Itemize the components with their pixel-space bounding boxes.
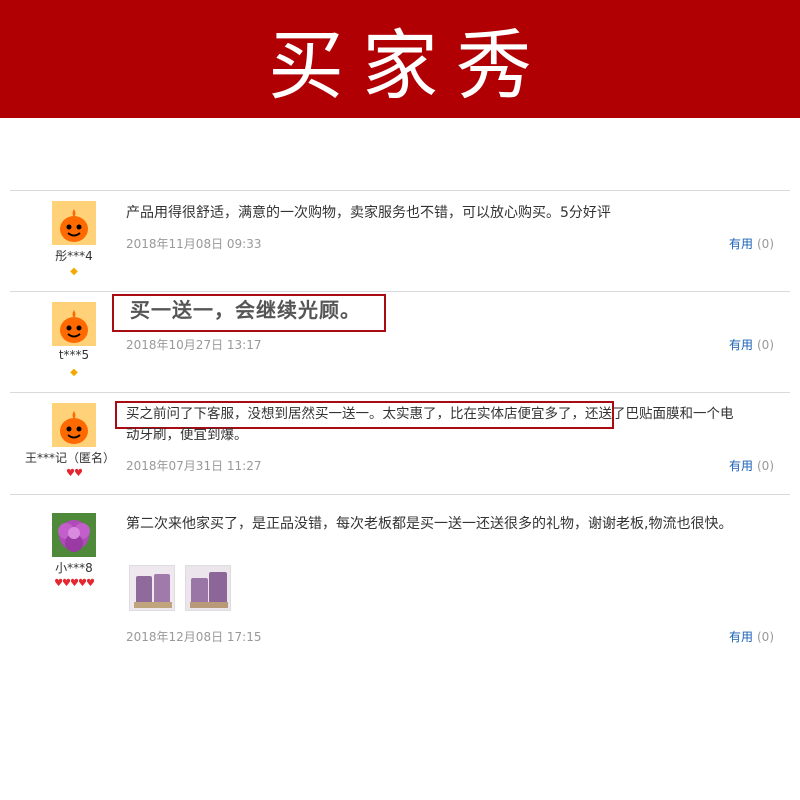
yellow-diamond-icon: ◆ <box>70 367 78 378</box>
buyer-level: ◆ <box>14 367 134 379</box>
red-heart-icon: ♥♥ <box>66 468 83 479</box>
divider <box>10 494 790 495</box>
buyer-level: ♥♥♥♥♥ <box>14 578 134 590</box>
username: 王***记（匿名） <box>24 451 115 465</box>
username: 彤***4 <box>55 249 93 263</box>
useful-vote[interactable]: 有用 (0) <box>729 628 774 645</box>
useful-count: (0) <box>757 630 774 644</box>
avatar[interactable] <box>52 513 96 557</box>
red-heart-icon: ♥♥♥♥♥ <box>54 578 95 589</box>
review-text: 第二次来他家买了，是正品没错，每次老板都是买一送一还送很多的礼物，谢谢老板,物流… <box>126 516 733 532</box>
useful-vote[interactable]: 有用 (0) <box>729 336 774 353</box>
orange-mascot-icon <box>52 201 96 245</box>
useful-vote[interactable]: 有用 (0) <box>729 457 774 474</box>
review-date: 2018年11月08日 09:33 <box>126 237 262 251</box>
avatar[interactable] <box>52 403 96 447</box>
useful-button[interactable]: 有用 <box>729 630 753 644</box>
header-banner: 买家秀 <box>0 0 800 118</box>
review-photo-thumbnail[interactable] <box>185 565 231 611</box>
useful-vote[interactable]: 有用 (0) <box>729 235 774 252</box>
useful-button[interactable]: 有用 <box>729 338 753 352</box>
divider <box>10 190 790 191</box>
divider <box>10 392 790 393</box>
review-text: 产品用得很舒适，满意的一次购物，卖家服务也不错，可以放心购买。5分好评 <box>126 205 611 221</box>
useful-count: (0) <box>757 338 774 352</box>
review-date: 2018年07月31日 11:27 <box>126 459 262 473</box>
useful-button[interactable]: 有用 <box>729 459 753 473</box>
orange-mascot-icon <box>52 302 96 346</box>
useful-count: (0) <box>757 459 774 473</box>
useful-button[interactable]: 有用 <box>729 237 753 251</box>
review-date: 2018年12月08日 17:15 <box>126 630 262 644</box>
review-text: 买一送一，会继续光顾。 <box>130 298 361 322</box>
review-text-line2: 动牙刷，便宜到爆。 <box>126 427 248 443</box>
product-photo <box>130 566 174 610</box>
product-photo <box>186 566 230 610</box>
divider <box>10 291 790 292</box>
username: t***5 <box>58 348 90 362</box>
purple-flower-avatar <box>52 513 96 557</box>
review-date: 2018年10月27日 13:17 <box>126 338 262 352</box>
review-text: 买之前问了下客服，没想到居然买一送一。太实惠了，比在实体店便宜多了，还送了巴贴面… <box>126 404 790 425</box>
avatar[interactable] <box>52 201 96 245</box>
review-photo-thumbnail[interactable] <box>129 565 175 611</box>
useful-count: (0) <box>757 237 774 251</box>
yellow-diamond-icon: ◆ <box>70 266 78 277</box>
banner-title: 买家秀 <box>268 21 550 110</box>
avatar[interactable] <box>52 302 96 346</box>
orange-mascot-icon <box>52 403 96 447</box>
review-text-rest: 还送了巴贴面膜和一个电 <box>585 406 734 422</box>
buyer-level: ◆ <box>14 266 134 278</box>
buyer-level: ♥♥ <box>14 468 134 480</box>
review-text-highlighted: 买之前问了下客服，没想到居然买一送一。太实惠了，比在实体店便宜多了， <box>126 406 585 422</box>
username: 小***8 <box>55 561 93 575</box>
